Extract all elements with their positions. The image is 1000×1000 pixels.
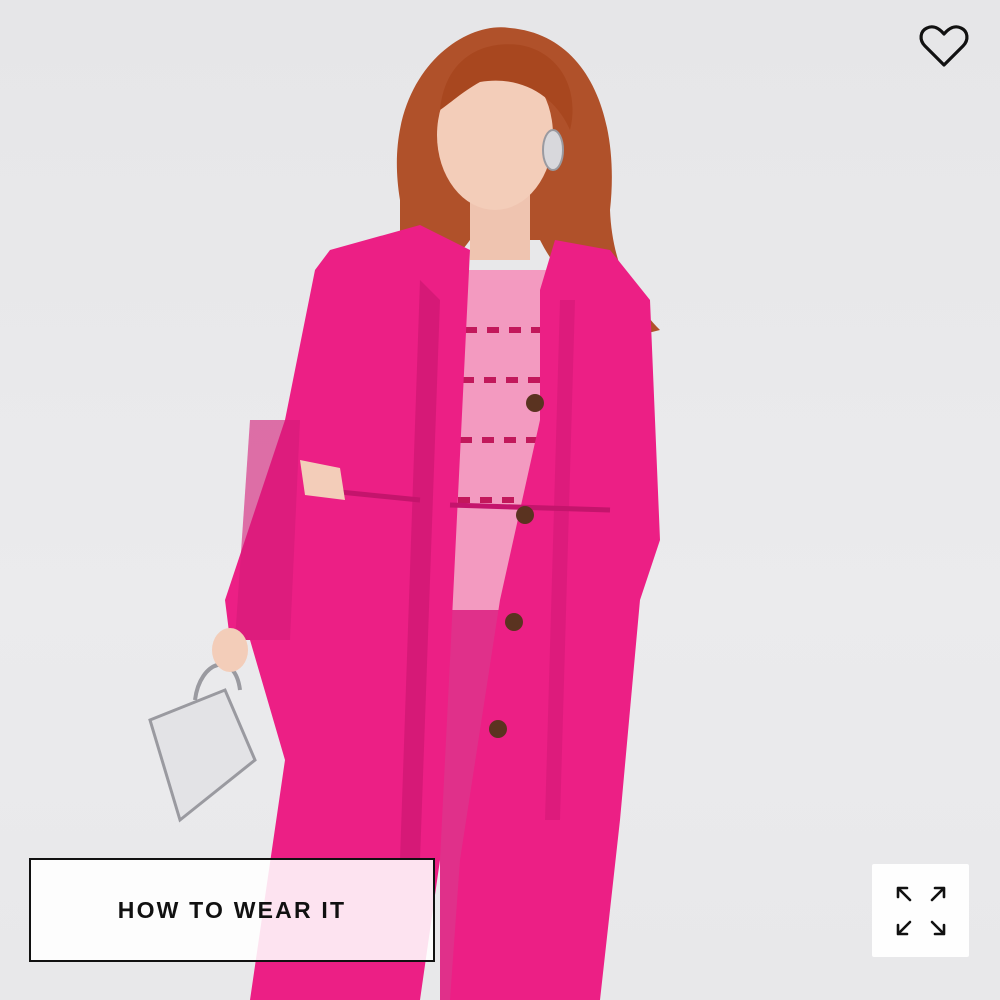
coat-button	[489, 720, 507, 738]
heart-outline-icon	[919, 25, 969, 67]
product-photo	[148, 27, 660, 1000]
expand-image-button[interactable]	[872, 864, 969, 957]
how-to-wear-it-label: HOW TO WEAR IT	[117, 896, 347, 923]
wishlist-button[interactable]	[912, 18, 976, 74]
expand-arrows-icon	[896, 886, 945, 935]
coat-button	[526, 394, 544, 412]
how-to-wear-it-button[interactable]: HOW TO WEAR IT	[29, 858, 435, 962]
coat-button	[505, 613, 523, 631]
earring	[542, 129, 564, 171]
coat-button	[516, 506, 534, 524]
handbag	[148, 688, 257, 823]
product-image-viewer: HOW TO WEAR IT	[0, 0, 1000, 1000]
